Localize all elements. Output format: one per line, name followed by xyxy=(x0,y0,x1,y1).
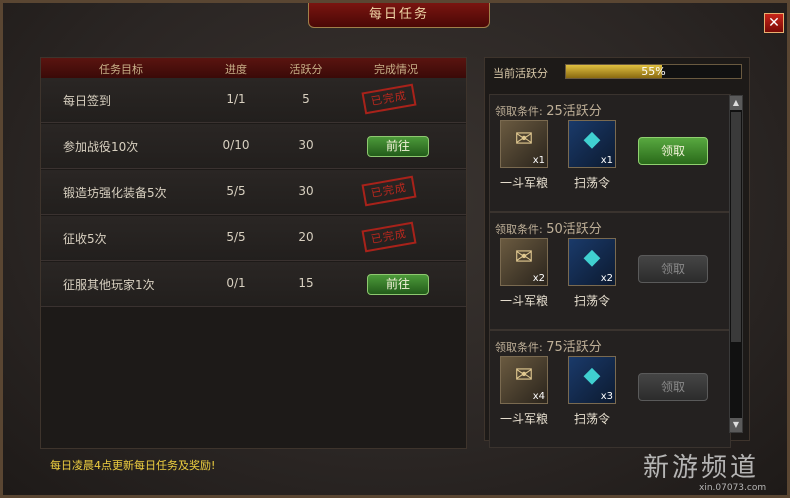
task-name: 锻造坊强化装备5次 xyxy=(63,186,167,200)
task-row: 锻造坊强化装备5次 5/5 30 已完成 xyxy=(41,170,466,215)
task-row: 征收5次 5/5 20 已完成 xyxy=(41,216,466,261)
completed-stamp: 已完成 xyxy=(361,83,417,115)
claim-button[interactable]: 领取 xyxy=(638,137,708,165)
task-name: 征收5次 xyxy=(63,232,107,246)
item-name: 一斗军粮 xyxy=(499,294,548,308)
activity-percent: 55% xyxy=(641,65,666,78)
reset-notice: 每日凌晨4点更新每日任务及奖励! xyxy=(50,459,216,472)
item-quantity: x1 xyxy=(532,155,545,166)
reward-condition: 领取条件: 75活跃分 xyxy=(495,336,602,355)
condition-value: 50活跃分 xyxy=(546,222,602,237)
task-points: 5 xyxy=(302,92,310,106)
close-button[interactable]: ✕ xyxy=(764,13,784,33)
condition-value: 25活跃分 xyxy=(546,104,602,119)
header-task-goal: 任务目标 xyxy=(99,63,143,76)
item-name: 扫荡令 xyxy=(573,412,610,426)
task-name: 征服其他玩家1次 xyxy=(63,278,155,292)
item-quantity: x1 xyxy=(600,155,613,166)
reward-scrollbar[interactable]: ▲ ▼ xyxy=(729,95,743,433)
scroll-down-icon[interactable]: ▼ xyxy=(730,418,742,432)
sweep-token-icon[interactable]: ◆ x3 xyxy=(568,356,616,404)
scroll-up-icon[interactable]: ▲ xyxy=(730,96,742,110)
item-name: 扫荡令 xyxy=(573,176,610,190)
task-progress: 1/1 xyxy=(226,92,246,106)
window-title: 每日任务 xyxy=(308,3,490,28)
task-name: 参加战役10次 xyxy=(63,140,139,154)
item-quantity: x2 xyxy=(600,273,613,284)
sweep-token-icon[interactable]: ◆ x2 xyxy=(568,238,616,286)
task-progress: 5/5 xyxy=(226,230,246,244)
item-name: 一斗军粮 xyxy=(499,412,548,426)
task-row: 参加战役10次 0/10 30 前往 xyxy=(41,124,466,169)
header-status: 完成情况 xyxy=(374,63,418,76)
item-quantity: x3 xyxy=(600,391,613,402)
task-row: 每日签到 1/1 5 已完成 xyxy=(41,78,466,123)
watermark-logo: 新游频道 xyxy=(643,453,760,483)
reward-condition: 领取条件: 50活跃分 xyxy=(495,218,602,237)
item-quantity: x2 xyxy=(532,273,545,284)
watermark-url: xin.07073.com xyxy=(699,483,767,493)
condition-prefix: 领取条件: xyxy=(495,223,543,236)
task-progress: 0/10 xyxy=(222,138,250,152)
grain-scroll-icon[interactable]: ✉ x2 xyxy=(500,238,548,286)
task-row: 征服其他玩家1次 0/1 15 前往 xyxy=(41,262,466,307)
item-name: 扫荡令 xyxy=(573,294,610,308)
task-progress: 0/1 xyxy=(226,276,246,290)
scroll-thumb[interactable] xyxy=(731,112,741,342)
header-points: 活跃分 xyxy=(289,63,323,76)
task-points: 15 xyxy=(298,276,314,290)
reward-tier: 领取条件: 50活跃分 ✉ x2 一斗军粮 ◆ x2 扫荡令 领取 xyxy=(489,212,731,330)
activity-label: 当前活跃分 xyxy=(493,67,548,80)
condition-value: 75活跃分 xyxy=(546,340,602,355)
task-progress: 5/5 xyxy=(226,184,246,198)
go-button[interactable]: 前往 xyxy=(367,136,429,157)
reward-tier: 领取条件: 75活跃分 ✉ x4 一斗军粮 ◆ x3 扫荡令 领取 xyxy=(489,330,731,448)
activity-progress-bar: 55% xyxy=(565,64,742,79)
sweep-token-icon[interactable]: ◆ x1 xyxy=(568,120,616,168)
item-name: 一斗军粮 xyxy=(499,176,548,190)
task-points: 30 xyxy=(298,184,314,198)
grain-scroll-icon[interactable]: ✉ x1 xyxy=(500,120,548,168)
header-progress: 进度 xyxy=(225,63,247,76)
task-table-header: 任务目标 进度 活跃分 完成情况 xyxy=(41,58,466,78)
condition-prefix: 领取条件: xyxy=(495,341,543,354)
grain-scroll-icon[interactable]: ✉ x4 xyxy=(500,356,548,404)
reward-tier: 领取条件: 25活跃分 ✉ x1 一斗军粮 ◆ x1 扫荡令 领取 xyxy=(489,94,731,212)
claim-button[interactable]: 领取 xyxy=(638,255,708,283)
daily-task-window: 每日任务 ✕ 任务目标 进度 活跃分 完成情况 每日签到 1/1 5 已完成 参加战役1… xyxy=(0,0,790,498)
task-points: 20 xyxy=(298,230,314,244)
go-button[interactable]: 前往 xyxy=(367,274,429,295)
task-points: 30 xyxy=(298,138,314,152)
completed-stamp: 已完成 xyxy=(361,221,417,253)
completed-stamp: 已完成 xyxy=(361,175,417,207)
task-name: 每日签到 xyxy=(63,94,112,108)
condition-prefix: 领取条件: xyxy=(495,105,543,118)
reward-condition: 领取条件: 25活跃分 xyxy=(495,100,602,119)
claim-button[interactable]: 领取 xyxy=(638,373,708,401)
item-quantity: x4 xyxy=(532,391,545,402)
